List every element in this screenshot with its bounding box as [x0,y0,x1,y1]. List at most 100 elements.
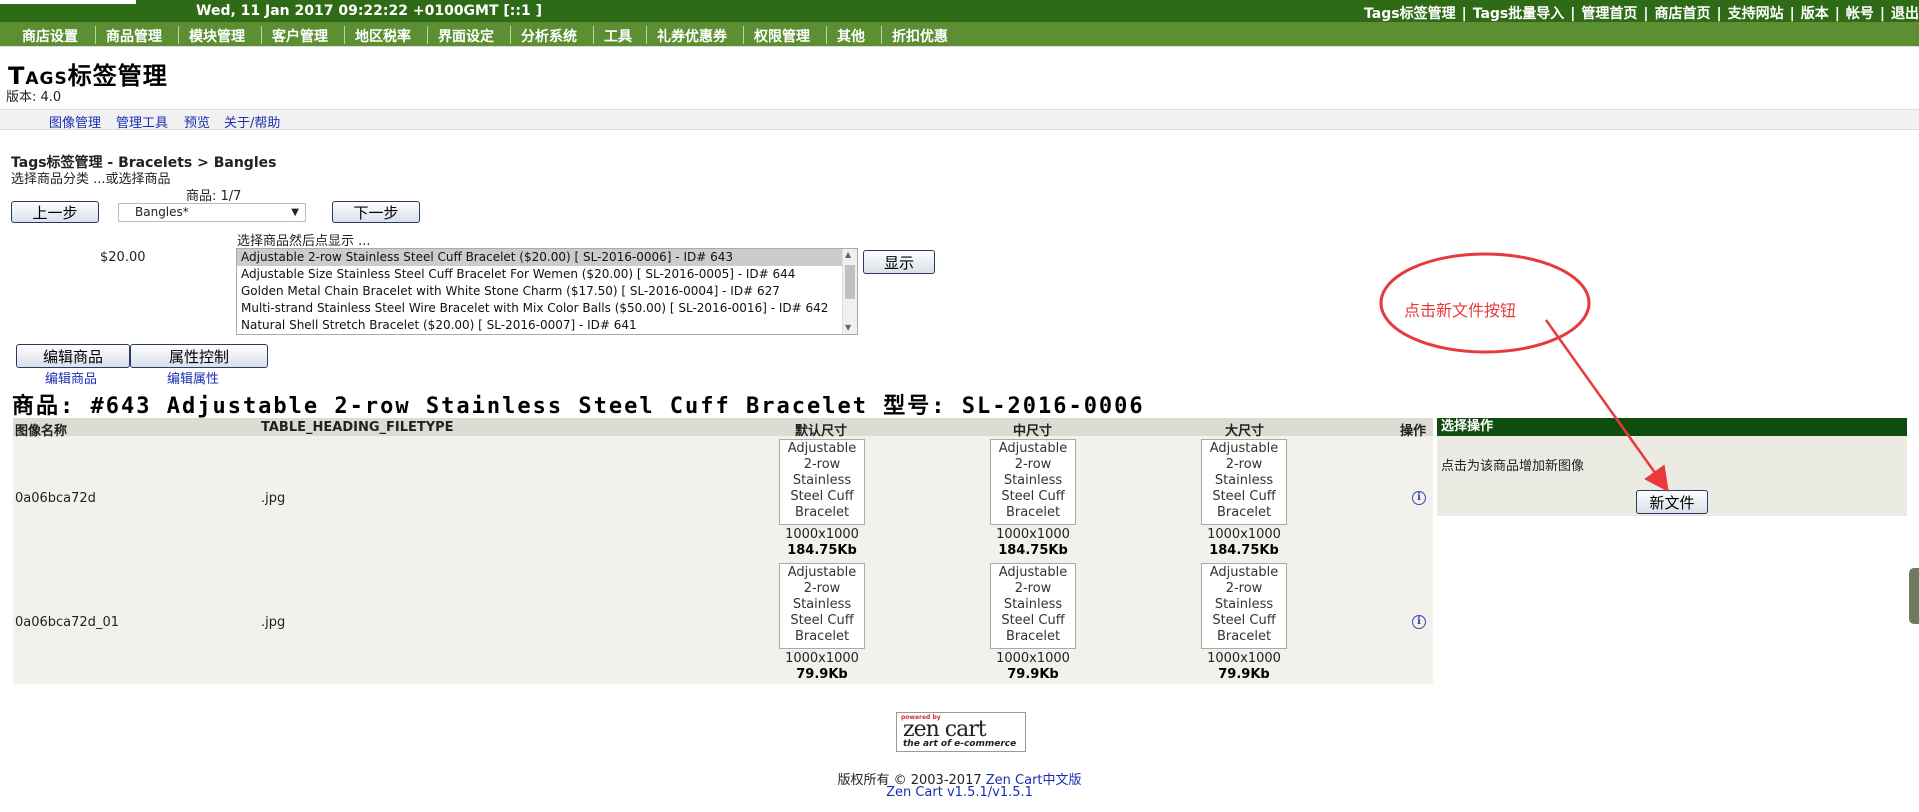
product-option[interactable]: Golden Metal Chain Bracelet with White S… [237,283,857,300]
category-select[interactable]: Bangles* ▼ [118,203,306,222]
menu-item-discounts[interactable]: 折扣优惠 [881,26,958,45]
menu-item-coupons[interactable]: 礼券优惠券 [646,26,737,45]
column-header-large-size: 大尺寸 [1225,424,1265,439]
file-type: .jpg [261,491,286,506]
menu-item-reports[interactable]: 分析系统 [510,26,587,45]
menu-item-products[interactable]: 商品管理 [95,26,172,45]
separator: | [1570,6,1576,22]
menu-item-store-settings[interactable]: 商店设置 [12,26,88,45]
annotation-overlay [1379,252,1669,493]
image-medium-thumb[interactable]: Adjustable 2-row Stainless Steel Cuff Br… [990,439,1076,525]
image-dims: 1000x1000 [996,527,1070,542]
subnav-about-help[interactable]: 关于/帮助 [224,112,280,131]
info-icon[interactable]: i [1412,615,1426,629]
scroll-down-icon[interactable]: ▼ [845,323,851,332]
annotation-text: 点击新文件按钮 [1404,301,1517,320]
listbox-scrollbar[interactable]: ▲ ▼ [842,249,857,334]
main-menu: 商店设置 商品管理 模块管理 客户管理 地区税率 界面设定 分析系统 工具 礼券… [0,22,1919,46]
edit-product-button[interactable]: 编辑商品 [16,344,130,368]
image-dims: 1000x1000 [785,527,859,542]
subnav-image-manager[interactable]: 图像管理 [49,112,101,131]
image-default-thumb[interactable]: Adjustable 2-row Stainless Steel Cuff Br… [779,563,865,649]
separator: | [1789,6,1795,22]
server-datetime: Wed, 11 Jan 2017 09:22:22 +0100GMT [::1 … [196,3,543,19]
prev-button[interactable]: 上一步 [11,201,99,223]
product-listbox[interactable]: Adjustable 2-row Stainless Steel Cuff Br… [236,248,858,335]
toplink-account[interactable]: 帐号 [1846,6,1874,22]
menu-item-layout[interactable]: 界面设定 [427,26,504,45]
top-links: Tags标签管理 | Tags批量导入 | 管理首页 | 商店首页 | 支持网站 | 版本 | 帐号 | 退… [1364,3,1919,23]
scroll-thumb[interactable] [845,265,855,299]
top-bar: Wed, 11 Jan 2017 09:22:22 +0100GMT [::1 … [0,0,1919,22]
select-hint: 选择商品然后点显示 ... [237,234,371,249]
file-type: .jpg [261,615,286,630]
menu-item-permissions[interactable]: 权限管理 [743,26,820,45]
image-default-thumb[interactable]: Adjustable 2-row Stainless Steel Cuff Br… [779,439,865,525]
display-button[interactable]: 显示 [863,250,935,274]
image-large-thumb[interactable]: Adjustable 2-row Stainless Steel Cuff Br… [1201,439,1287,525]
page-title-rest: 标签管理 [67,62,168,90]
product-option[interactable]: Natural Shell Stretch Bracelet ($20.00) … [237,317,857,334]
column-header-filetype: TABLE_HEADING_FILETYPE [261,420,454,435]
column-header-image-name: 图像名称 [15,424,68,439]
scroll-up-icon[interactable]: ▲ [845,250,851,259]
image-large-thumb[interactable]: Adjustable 2-row Stainless Steel Cuff Br… [1201,563,1287,649]
toplink-store-home[interactable]: 商店首页 [1655,6,1711,22]
divider [0,46,1919,47]
image-medium-thumb[interactable]: Adjustable 2-row Stainless Steel Cuff Br… [990,563,1076,649]
image-table: 图像名称 TABLE_HEADING_FILETYPE 默认尺寸 中尺寸 大尺寸… [13,418,1433,684]
image-dims: 1000x1000 [1207,527,1281,542]
toplink-version[interactable]: 版本 [1801,6,1829,22]
column-header-default-size: 默认尺寸 [795,424,848,439]
image-filesize: 184.75Kb [998,543,1068,558]
image-name: 0a06bca72d [15,491,96,506]
product-option[interactable]: Adjustable 2-row Stainless Steel Cuff Br… [237,249,857,266]
toplink-logout[interactable]: 退出 [1891,6,1919,22]
image-filesize: 79.9Kb [796,667,848,682]
product-option[interactable]: Adjustable Size Stainless Steel Cuff Bra… [237,266,857,283]
separator: | [1834,6,1840,22]
top-tab-marker [0,0,136,4]
image-dims: 1000x1000 [785,651,859,666]
next-button[interactable]: 下一步 [332,201,420,223]
menu-item-extras[interactable]: 其他 [826,26,875,45]
footer-version-link[interactable]: Zen Cart v1.5.1/v1.5.1 [886,785,1033,800]
dropdown-arrow-icon: ▼ [291,207,299,218]
annotation-arrow [1544,319,1669,493]
image-filesize: 79.9Kb [1218,667,1270,682]
menu-item-tools[interactable]: 工具 [593,26,642,45]
toplink-support[interactable]: 支持网站 [1728,6,1784,22]
product-heading: 商品: #643 Adjustable 2-row Stainless Stee… [12,394,1145,419]
edit-attributes-link[interactable]: 编辑属性 [167,368,219,387]
select-category-text: 选择商品分类 ...或选择商品 [11,172,171,187]
menu-item-modules[interactable]: 模块管理 [178,26,255,45]
separator: | [1461,6,1467,22]
version-label: 版本: 4.0 [6,90,62,105]
side-handle[interactable] [1909,568,1919,624]
edit-product-link[interactable]: 编辑商品 [45,368,97,387]
separator: | [1879,6,1885,22]
toplink-tags-import[interactable]: Tags批量导入 [1473,6,1565,22]
separator: | [1716,6,1722,22]
image-filesize: 184.75Kb [787,543,857,558]
product-price: $20.00 [100,250,146,265]
image-filesize: 79.9Kb [1007,667,1059,682]
footer-version: Zen Cart v1.5.1/v1.5.1 [0,785,1919,800]
toplink-tags[interactable]: Tags标签管理 [1364,6,1456,22]
subnav-preview[interactable]: 预览 [184,112,210,131]
zencart-logo[interactable]: powered by zen cart the art of e-commerc… [896,712,1026,752]
category-select-value: Bangles* [135,205,189,219]
subnav-admin-tools[interactable]: 管理工具 [116,112,168,131]
toplink-admin-home[interactable]: 管理首页 [1581,6,1637,22]
attribute-control-button[interactable]: 属性控制 [130,344,268,368]
product-option[interactable]: Multi-strand Stainless Steel Wire Bracel… [237,300,857,317]
table-header: 图像名称 TABLE_HEADING_FILETYPE 默认尺寸 中尺寸 大尺寸… [13,418,1433,439]
menu-item-locations[interactable]: 地区税率 [344,26,421,45]
menu-item-customers[interactable]: 客户管理 [261,26,338,45]
column-header-medium-size: 中尺寸 [1013,424,1053,439]
image-dims: 1000x1000 [1207,651,1281,666]
image-filesize: 184.75Kb [1209,543,1279,558]
product-count: 商品: 1/7 [186,189,242,204]
sub-nav: 图像管理 管理工具 预览 关于/帮助 [0,109,1919,131]
logo-tagline: the art of e-commerce [903,739,1017,749]
